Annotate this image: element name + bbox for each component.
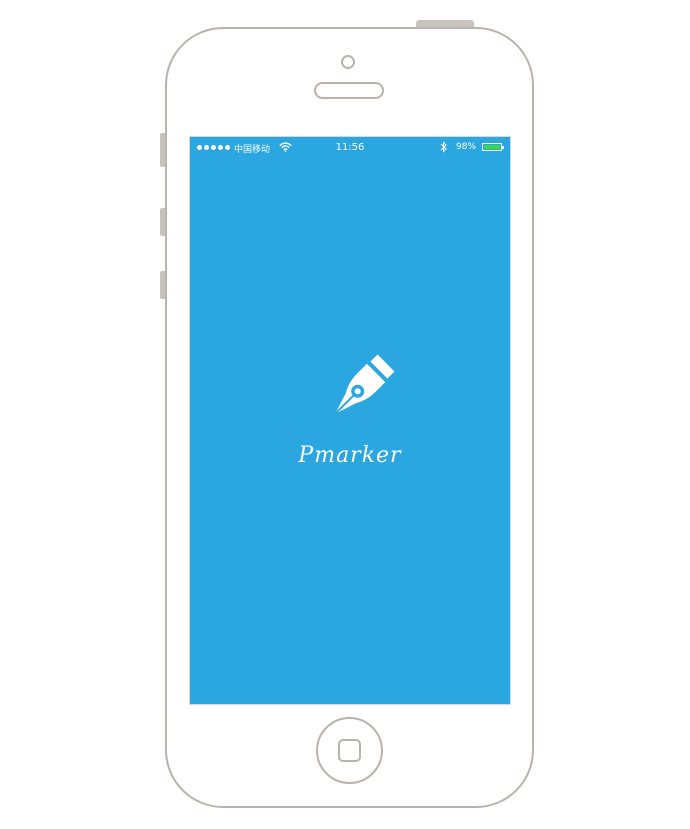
- earpiece-speaker: [314, 82, 384, 99]
- battery-percentage: 98%: [456, 142, 477, 152]
- home-square-icon: [338, 739, 361, 762]
- battery-icon: [482, 143, 504, 151]
- home-button[interactable]: [316, 717, 383, 784]
- splash-screen[interactable]: 中国移动 11:56 98% Pmarker: [189, 136, 511, 705]
- power-button[interactable]: [416, 20, 474, 27]
- battery-fill: [484, 145, 500, 149]
- app-name: Pmarker: [298, 443, 402, 468]
- fountain-pen-nib-icon: [332, 354, 395, 417]
- front-camera: [341, 55, 355, 69]
- status-bar: 中国移动 11:56 98%: [190, 137, 510, 159]
- bluetooth-icon: [440, 141, 447, 153]
